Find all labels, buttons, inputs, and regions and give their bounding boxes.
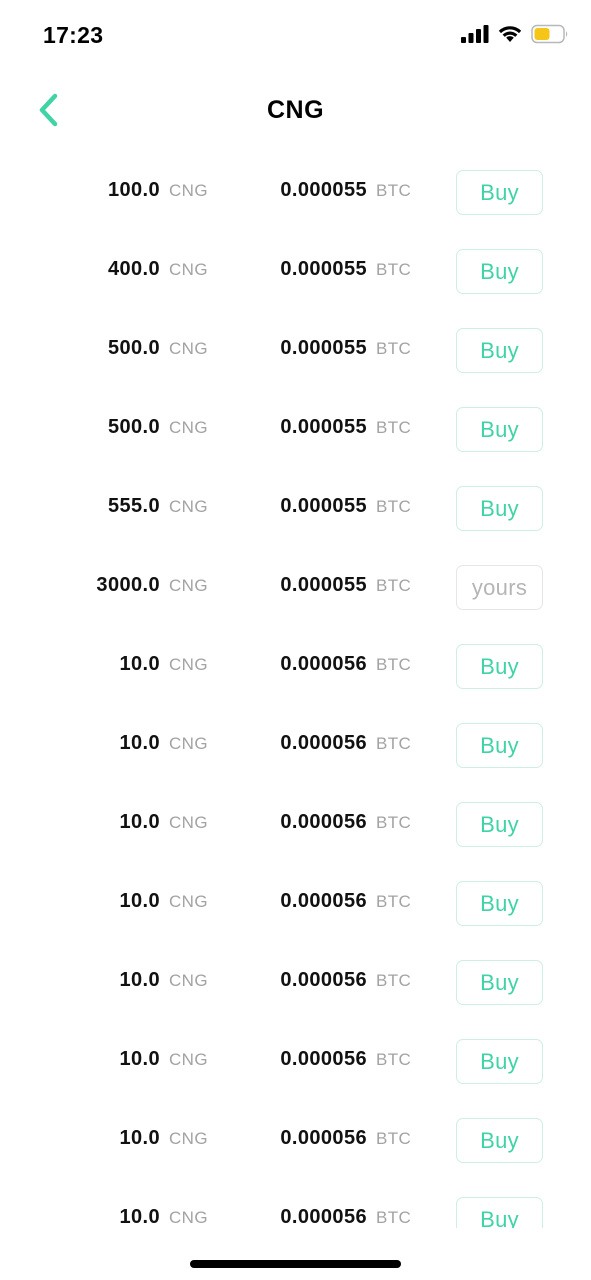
order-price: 0.000055 [280, 179, 367, 201]
order-amount-unit: CNG [169, 181, 208, 200]
order-price: 0.000055 [280, 337, 367, 359]
order-amount: 555.0 [107, 495, 160, 517]
order-row: 10.0 CNG 0.000056 BTC Buy [0, 1101, 591, 1180]
cellular-signal-icon [461, 24, 489, 48]
order-list[interactable]: 100.0 CNG 0.000055 BTC Buy 400.0 CNG 0.000055 BT… [0, 153, 591, 1228]
status-icons [461, 24, 569, 48]
order-price-unit: BTC [376, 971, 412, 990]
order-amount-unit: CNG [169, 576, 208, 595]
order-amount-unit: CNG [169, 339, 208, 358]
order-amount: 10.0 [119, 1206, 160, 1228]
order-price: 0.000056 [280, 811, 367, 833]
buy-button[interactable]: Buy [456, 1197, 543, 1228]
order-row: 500.0 CNG 0.000055 BTC Buy [0, 311, 591, 390]
order-price: 0.000056 [280, 732, 367, 754]
order-price: 0.000056 [280, 890, 367, 912]
order-price-unit: BTC [376, 655, 412, 674]
order-row: 10.0 CNG 0.000056 BTC Buy [0, 785, 591, 864]
order-row: 10.0 CNG 0.000056 BTC Buy [0, 627, 591, 706]
buy-button[interactable]: Buy [456, 1118, 543, 1163]
order-amount-unit: CNG [169, 1208, 208, 1227]
order-price-unit: BTC [376, 813, 412, 832]
buy-button[interactable]: Buy [456, 1039, 543, 1084]
buy-button[interactable]: Buy [456, 723, 543, 768]
order-price: 0.000056 [280, 1048, 367, 1070]
battery-level [534, 27, 550, 40]
order-price-unit: BTC [376, 418, 412, 437]
nav-bar: CNG [0, 84, 591, 140]
order-amount: 3000.0 [96, 574, 160, 596]
order-price-unit: BTC [376, 1208, 412, 1227]
order-amount: 100.0 [107, 179, 160, 201]
order-row: 555.0 CNG 0.000055 BTC Buy [0, 469, 591, 548]
yours-badge: yours [456, 565, 543, 610]
buy-button[interactable]: Buy [456, 486, 543, 531]
order-price-unit: BTC [376, 1129, 412, 1148]
order-amount-unit: CNG [169, 497, 208, 516]
status-time: 17:23 [43, 22, 104, 48]
order-amount: 10.0 [119, 1048, 160, 1070]
order-price: 0.000055 [280, 258, 367, 280]
order-row: 10.0 CNG 0.000056 BTC Buy [0, 706, 591, 785]
order-price: 0.000055 [280, 574, 367, 596]
order-amount: 10.0 [119, 890, 160, 912]
order-price: 0.000056 [280, 1206, 367, 1228]
order-price-unit: BTC [376, 576, 412, 595]
buy-button[interactable]: Buy [456, 881, 543, 926]
order-price: 0.000055 [280, 495, 367, 517]
order-row: 10.0 CNG 0.000056 BTC Buy [0, 864, 591, 943]
buy-button[interactable]: Buy [456, 249, 543, 294]
buy-button[interactable]: Buy [456, 960, 543, 1005]
order-amount-unit: CNG [169, 1129, 208, 1148]
order-price: 0.000056 [280, 653, 367, 675]
buy-button[interactable]: Buy [456, 170, 543, 215]
order-row: 100.0 CNG 0.000055 BTC Buy [0, 153, 591, 232]
order-price-unit: BTC [376, 892, 412, 911]
order-amount: 10.0 [119, 811, 160, 833]
order-price-unit: BTC [376, 734, 412, 753]
order-price: 0.000056 [280, 969, 367, 991]
order-price-unit: BTC [376, 339, 412, 358]
order-amount: 10.0 [119, 653, 160, 675]
wifi-icon [497, 24, 523, 48]
buy-button[interactable]: Buy [456, 407, 543, 452]
order-price: 0.000056 [280, 1127, 367, 1149]
order-amount: 500.0 [107, 337, 160, 359]
order-row: 400.0 CNG 0.000055 BTC Buy [0, 232, 591, 311]
order-amount: 10.0 [119, 969, 160, 991]
buy-button[interactable]: Buy [456, 644, 543, 689]
order-price-unit: BTC [376, 1050, 412, 1069]
battery-icon [531, 24, 569, 49]
order-amount-unit: CNG [169, 971, 208, 990]
order-row: 10.0 CNG 0.000056 BTC Buy [0, 943, 591, 1022]
order-price: 0.000055 [280, 416, 367, 438]
page-title: CNG [266, 96, 325, 124]
order-amount: 400.0 [107, 258, 160, 280]
order-amount: 10.0 [119, 732, 160, 754]
status-bar: 17:23 [0, 0, 591, 72]
order-amount-unit: CNG [169, 734, 208, 753]
order-price-unit: BTC [376, 497, 412, 516]
order-amount-unit: CNG [169, 418, 208, 437]
order-amount-unit: CNG [169, 1050, 208, 1069]
buy-button[interactable]: Buy [456, 328, 543, 373]
order-price-unit: BTC [376, 260, 412, 279]
order-row: 3000.0 CNG 0.000055 BTC yours [0, 548, 591, 627]
order-amount-unit: CNG [169, 655, 208, 674]
order-row: 500.0 CNG 0.000055 BTC Buy [0, 390, 591, 469]
home-indicator[interactable] [190, 1260, 401, 1268]
buy-button[interactable]: Buy [456, 802, 543, 847]
order-row: 10.0 CNG 0.000056 BTC Buy [0, 1022, 591, 1101]
order-row: 10.0 CNG 0.000056 BTC Buy [0, 1180, 591, 1228]
order-amount-unit: CNG [169, 892, 208, 911]
order-amount-unit: CNG [169, 260, 208, 279]
order-amount-unit: CNG [169, 813, 208, 832]
order-amount: 10.0 [119, 1127, 160, 1149]
order-price-unit: BTC [376, 181, 412, 200]
order-amount: 500.0 [107, 416, 160, 438]
